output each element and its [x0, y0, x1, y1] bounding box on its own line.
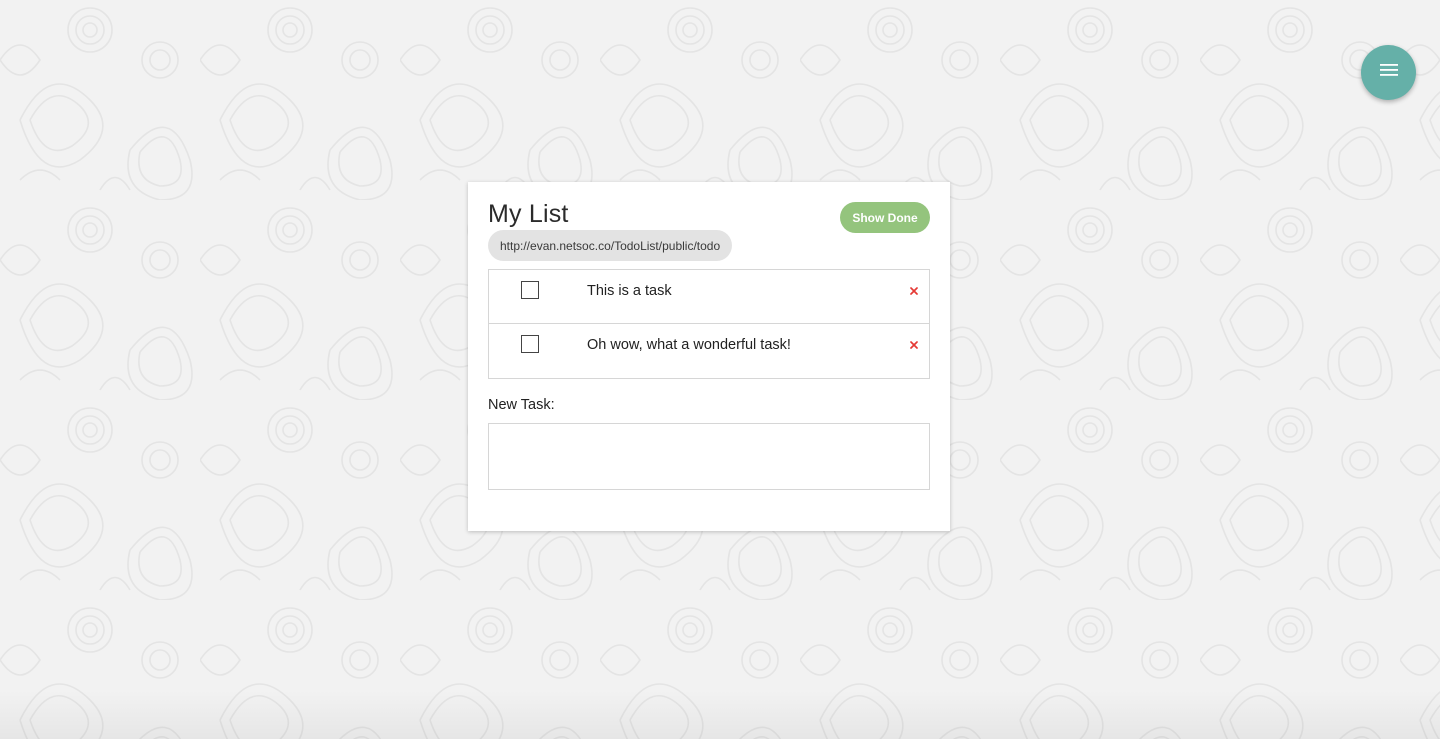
delete-task-button[interactable]: [904, 335, 924, 355]
new-task-label: New Task:: [488, 397, 555, 413]
todo-list-card: My List Show Done http://evan.netsoc.co/…: [468, 182, 950, 531]
close-icon: [910, 282, 918, 300]
list-title: My List: [488, 200, 569, 228]
task-checkbox[interactable]: [521, 335, 539, 353]
close-icon: [910, 336, 918, 354]
task-list: This is a task Oh wow, what a wonderful …: [488, 269, 930, 379]
task-text: This is a task: [587, 283, 672, 299]
delete-task-button[interactable]: [904, 281, 924, 301]
show-done-button[interactable]: Show Done: [840, 202, 930, 233]
list-url-chip[interactable]: http://evan.netsoc.co/TodoList/public/to…: [488, 230, 733, 261]
new-task-input[interactable]: [488, 423, 930, 490]
task-checkbox[interactable]: [521, 281, 539, 299]
task-row: This is a task: [489, 270, 929, 324]
menu-icon: [1379, 63, 1399, 82]
task-text: Oh wow, what a wonderful task!: [587, 337, 791, 353]
task-row: Oh wow, what a wonderful task!: [489, 324, 929, 378]
menu-fab-button[interactable]: [1361, 45, 1416, 100]
